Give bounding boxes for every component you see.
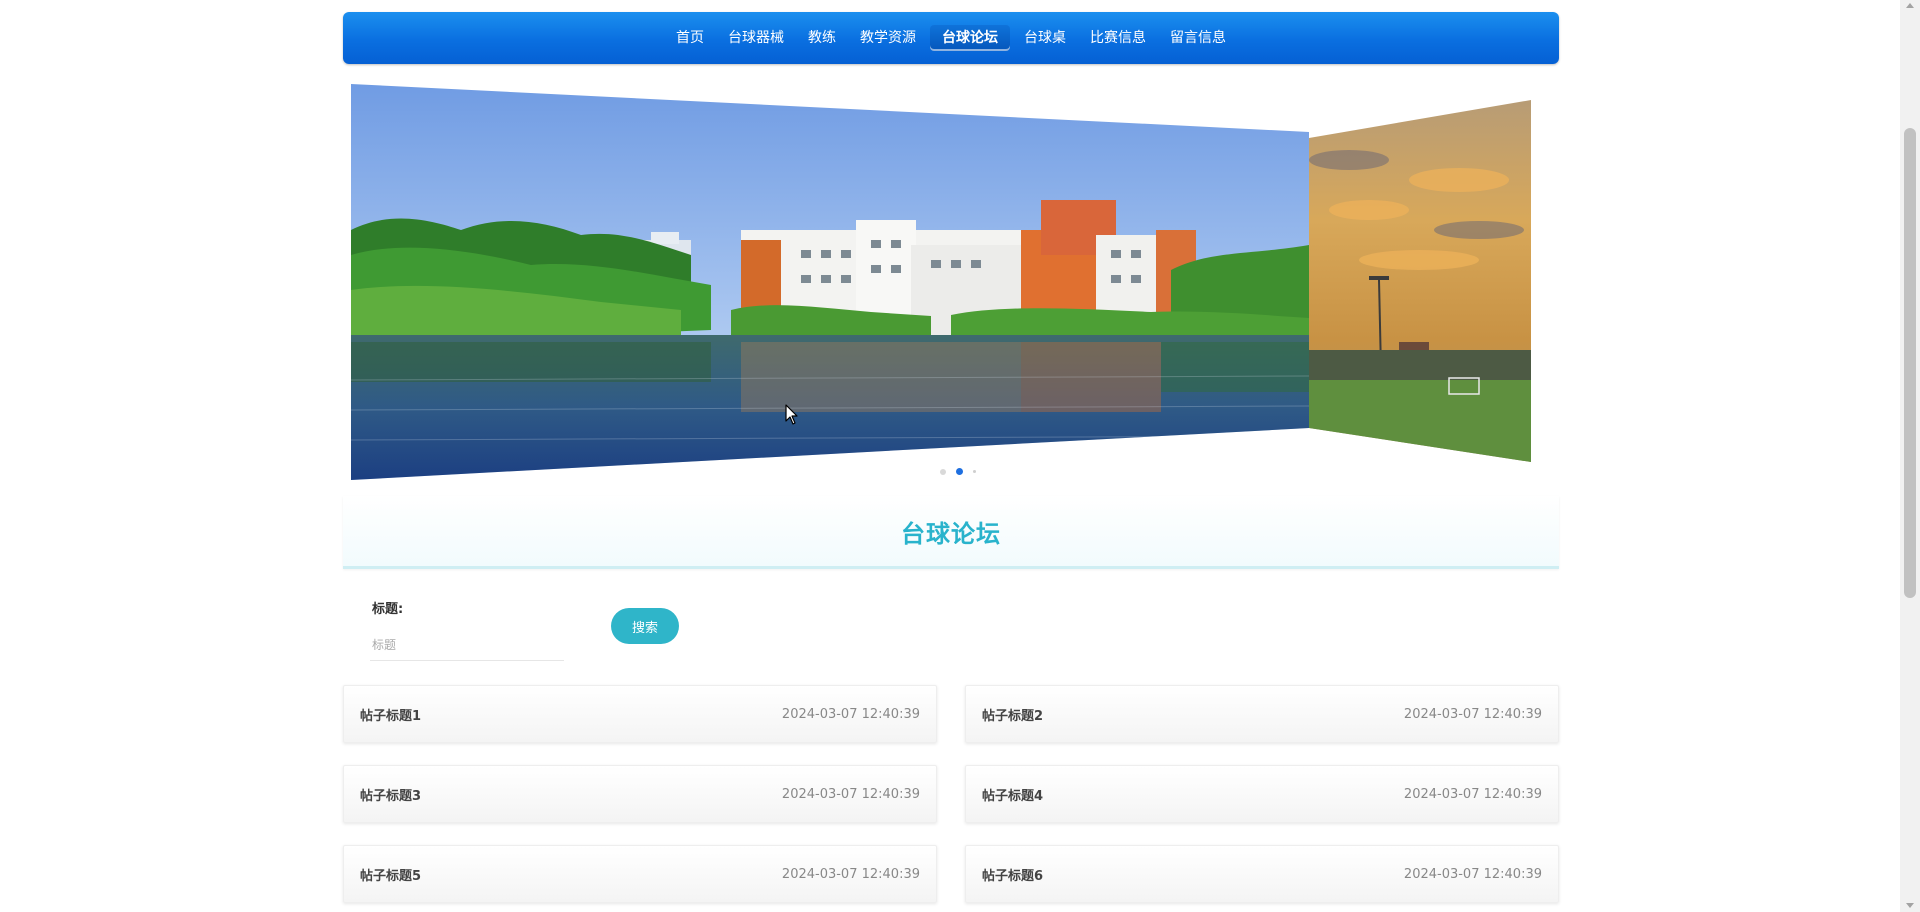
title-search-input[interactable] bbox=[370, 630, 564, 661]
page: 首页 台球器械 教练 教学资源 台球论坛 台球桌 比赛信息 留言信息 台球论坛 … bbox=[0, 0, 1920, 912]
post-time: 2024-03-07 12:40:39 bbox=[781, 786, 920, 802]
nav-item-billiard-table[interactable]: 台球桌 bbox=[1012, 25, 1078, 51]
post-title: 帖子标题2 bbox=[982, 708, 1044, 724]
banner-carousel bbox=[343, 80, 1559, 480]
post-time: 2024-03-07 12:40:39 bbox=[781, 866, 920, 882]
search-button[interactable]: 搜索 bbox=[611, 608, 679, 644]
mouse-cursor-icon bbox=[785, 404, 798, 425]
forum-section-header: 台球论坛 bbox=[343, 496, 1559, 569]
scroll-down-arrow-icon[interactable] bbox=[1906, 903, 1914, 908]
post-card-2[interactable]: 帖子标题2 2024-03-07 12:40:39 bbox=[965, 685, 1559, 743]
post-card-6[interactable]: 帖子标题6 2024-03-07 12:40:39 bbox=[965, 845, 1559, 903]
post-title: 帖子标题4 bbox=[982, 788, 1044, 804]
carousel-dot-2[interactable] bbox=[956, 468, 963, 475]
post-time: 2024-03-07 12:40:39 bbox=[1403, 786, 1542, 802]
post-card-5[interactable]: 帖子标题5 2024-03-07 12:40:39 bbox=[343, 845, 937, 903]
nav-item-teaching-resources[interactable]: 教学资源 bbox=[848, 25, 928, 51]
nav-item-billiard-equipment[interactable]: 台球器械 bbox=[716, 25, 796, 51]
post-time: 2024-03-07 12:40:39 bbox=[1403, 706, 1542, 722]
nav-item-match-info[interactable]: 比赛信息 bbox=[1078, 25, 1158, 51]
nav-item-home[interactable]: 首页 bbox=[664, 25, 716, 51]
post-title: 帖子标题3 bbox=[360, 788, 422, 804]
post-title: 帖子标题6 bbox=[982, 868, 1044, 884]
scroll-thumb[interactable] bbox=[1904, 128, 1916, 598]
post-time: 2024-03-07 12:40:39 bbox=[781, 706, 920, 722]
top-navbar: 首页 台球器械 教练 教学资源 台球论坛 台球桌 比赛信息 留言信息 bbox=[343, 12, 1559, 64]
carousel-indicators bbox=[940, 468, 976, 475]
post-time: 2024-03-07 12:40:39 bbox=[1403, 866, 1542, 882]
post-card-1[interactable]: 帖子标题1 2024-03-07 12:40:39 bbox=[343, 685, 937, 743]
nav-item-messages[interactable]: 留言信息 bbox=[1158, 25, 1238, 51]
carousel-slide-sunset-field[interactable] bbox=[1309, 80, 1539, 480]
nav-item-coach[interactable]: 教练 bbox=[796, 25, 848, 51]
nav-item-billiard-forum[interactable]: 台球论坛 bbox=[930, 25, 1010, 51]
page-scrollbar[interactable] bbox=[1900, 0, 1920, 912]
page-title: 台球论坛 bbox=[901, 519, 1001, 548]
post-title: 帖子标题5 bbox=[360, 868, 422, 884]
post-card-3[interactable]: 帖子标题3 2024-03-07 12:40:39 bbox=[343, 765, 937, 823]
carousel-dot-1[interactable] bbox=[940, 468, 946, 475]
carousel-dot-3[interactable] bbox=[973, 470, 976, 473]
carousel-slide-campus-lake[interactable] bbox=[351, 80, 1319, 480]
post-title: 帖子标题1 bbox=[360, 708, 422, 724]
scroll-up-arrow-icon[interactable] bbox=[1906, 3, 1914, 8]
post-card-4[interactable]: 帖子标题4 2024-03-07 12:40:39 bbox=[965, 765, 1559, 823]
title-search-label: 标题: bbox=[372, 602, 404, 617]
